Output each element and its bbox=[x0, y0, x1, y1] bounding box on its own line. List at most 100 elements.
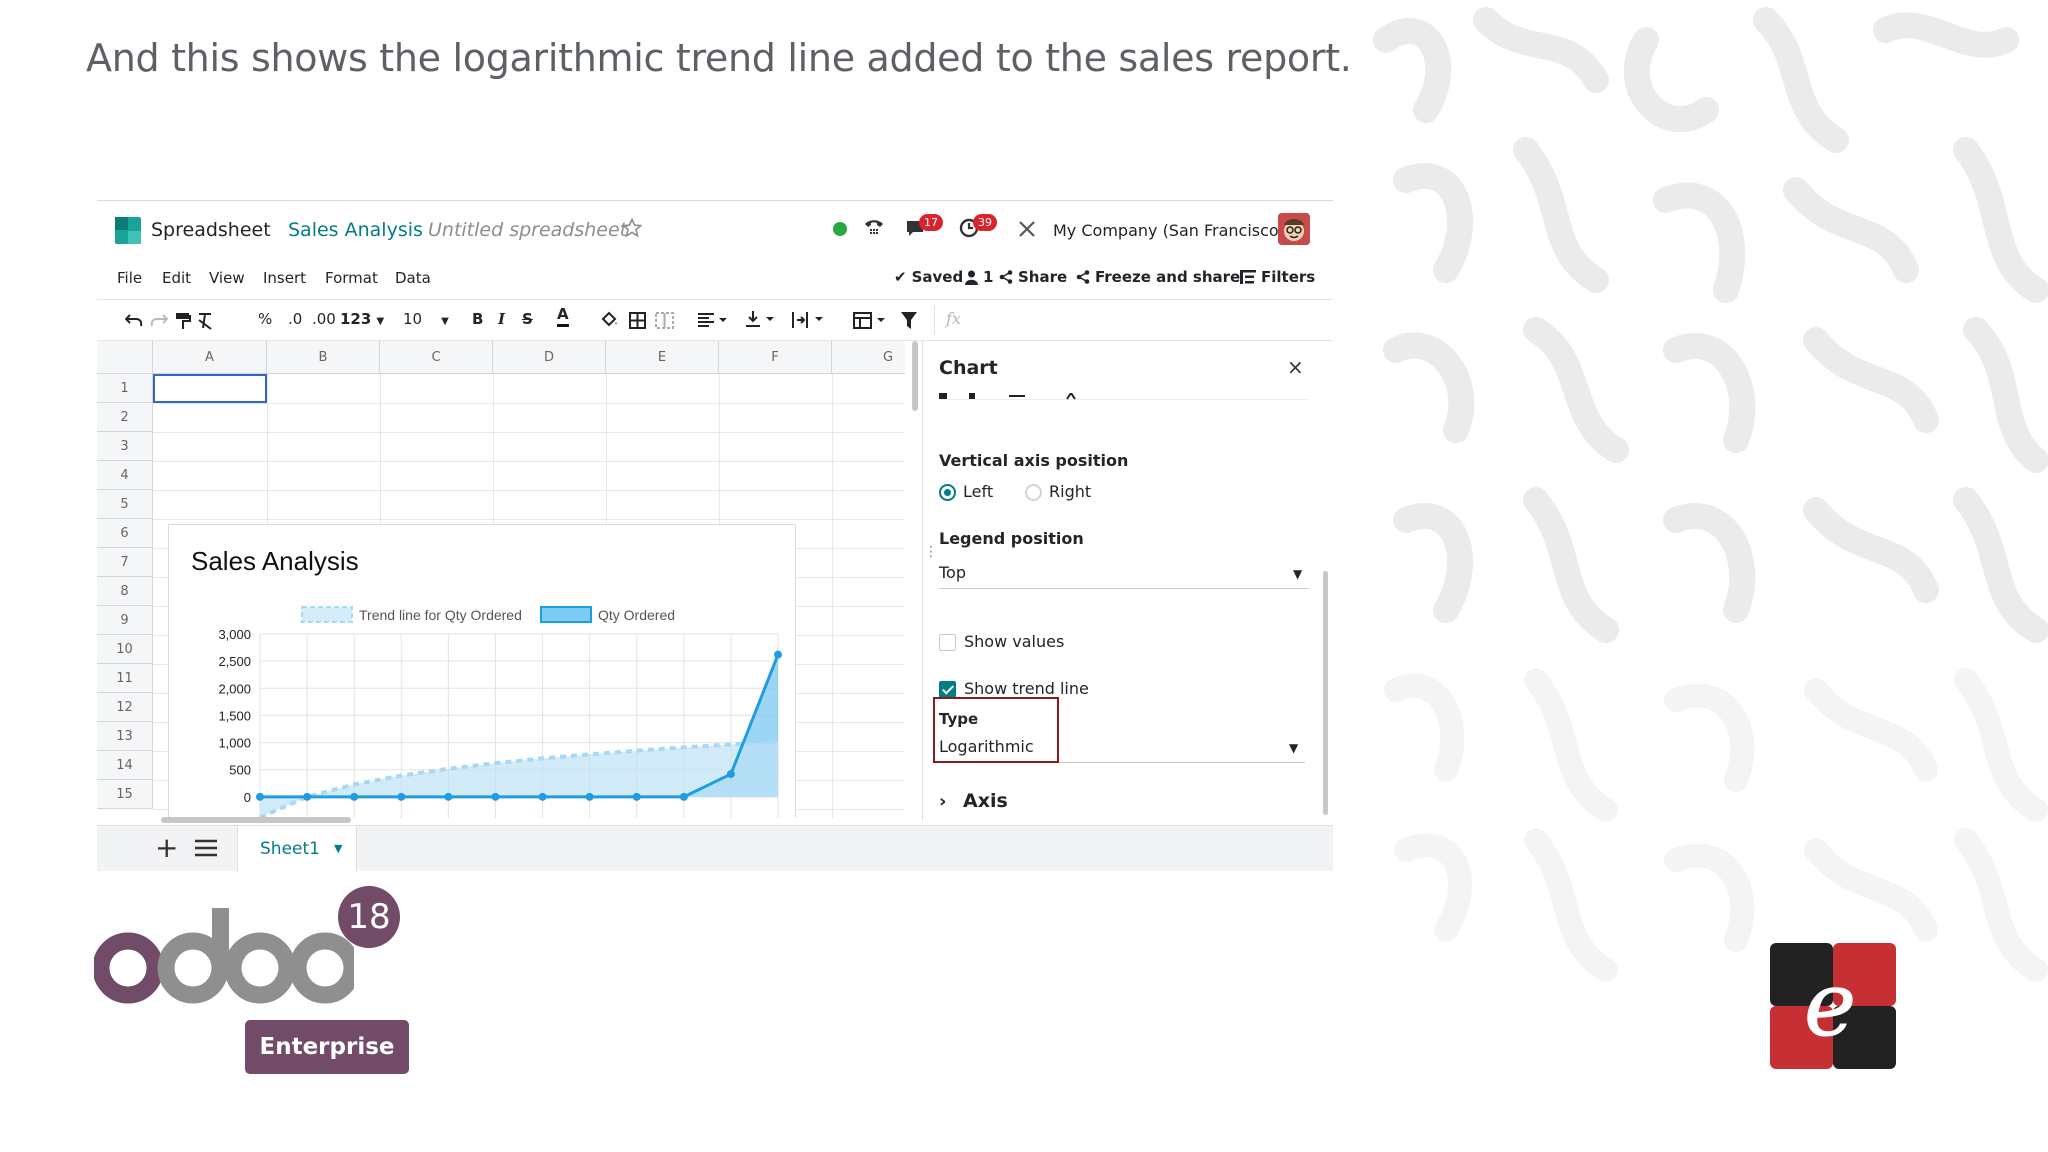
align-vertical-icon[interactable] bbox=[745, 311, 775, 329]
menu-edit[interactable]: Edit bbox=[162, 269, 191, 287]
column-header[interactable]: B bbox=[267, 341, 380, 374]
row-header[interactable]: 12 bbox=[97, 693, 153, 722]
company-switcher[interactable]: My Company (San Francisco) bbox=[1053, 221, 1285, 240]
show-trend-line-label[interactable]: Show trend line bbox=[964, 679, 1089, 698]
sheet-tab-label[interactable]: Sheet1 bbox=[260, 839, 320, 859]
grid-horizontal-scrollbar[interactable] bbox=[161, 817, 351, 823]
show-values-label[interactable]: Show values bbox=[964, 632, 1064, 651]
bold-button[interactable]: B bbox=[472, 310, 483, 328]
corner-header[interactable] bbox=[97, 341, 153, 374]
menu-insert[interactable]: Insert bbox=[263, 269, 306, 287]
chart-side-panel: Chart × Vertical axis position Left Righ… bbox=[922, 341, 1333, 821]
selected-cell-a1[interactable] bbox=[153, 374, 267, 403]
row-header[interactable]: 11 bbox=[97, 664, 153, 693]
row-header[interactable]: 15 bbox=[97, 780, 153, 809]
row-header[interactable]: 4 bbox=[97, 461, 153, 490]
text-color-button[interactable]: A bbox=[557, 305, 569, 327]
filter-icon[interactable] bbox=[901, 312, 917, 329]
fill-color-icon[interactable] bbox=[599, 311, 619, 331]
vertical-axis-right-radio[interactable] bbox=[1025, 484, 1042, 501]
breadcrumb-report[interactable]: Sales Analysis bbox=[288, 219, 423, 241]
panel-scrollbar[interactable] bbox=[1323, 571, 1328, 815]
row-header[interactable]: 3 bbox=[97, 432, 153, 461]
y-tick-label: 500 bbox=[229, 763, 251, 778]
user-avatar[interactable] bbox=[1278, 213, 1310, 245]
vertical-axis-left-radio[interactable] bbox=[939, 484, 956, 501]
spreadsheet-app-window: Spreadsheet Sales Analysis Untitled spre… bbox=[97, 200, 1333, 872]
merge-cells-icon[interactable] bbox=[655, 312, 674, 329]
paint-format-icon[interactable] bbox=[175, 312, 191, 330]
filters-button[interactable]: Filters bbox=[1240, 268, 1315, 286]
menu-file[interactable]: File bbox=[117, 269, 142, 287]
menu-format[interactable]: Format bbox=[325, 269, 378, 287]
row-header[interactable]: 14 bbox=[97, 751, 153, 780]
sheet-tab[interactable]: Sheet1 ▼ bbox=[237, 826, 357, 872]
menu-view[interactable]: View bbox=[209, 269, 245, 287]
vertical-axis-left-label[interactable]: Left bbox=[963, 482, 993, 501]
undo-icon[interactable] bbox=[125, 313, 143, 327]
top-navbar: Spreadsheet Sales Analysis Untitled spre… bbox=[97, 201, 1333, 259]
caret-down-icon: ▼ bbox=[376, 316, 385, 327]
legend-label-qty: Qty Ordered bbox=[598, 607, 675, 623]
row-header[interactable]: 2 bbox=[97, 403, 153, 432]
column-header[interactable]: F bbox=[719, 341, 832, 374]
qty-data-point bbox=[303, 792, 312, 801]
share-button[interactable]: Share bbox=[999, 268, 1067, 286]
row-header[interactable]: 6 bbox=[97, 519, 153, 548]
column-header[interactable]: E bbox=[606, 341, 719, 374]
increase-decimal-button[interactable]: .00 bbox=[312, 310, 336, 328]
row-header[interactable]: 7 bbox=[97, 548, 153, 577]
axis-section-toggle[interactable]: Axis bbox=[963, 790, 1008, 812]
redo-icon[interactable] bbox=[150, 313, 168, 327]
spreadsheet-app-icon[interactable] bbox=[115, 217, 141, 244]
formatting-toolbar: % .0 .00 123 ▼ 10 ▼ B I S A fx bbox=[97, 299, 1333, 341]
caret-down-icon[interactable]: ▼ bbox=[334, 842, 342, 855]
insert-chart-dropdown-icon[interactable] bbox=[853, 312, 887, 329]
show-trend-line-checkbox[interactable] bbox=[939, 681, 956, 698]
borders-icon[interactable] bbox=[629, 312, 646, 329]
formula-bar[interactable]: fx bbox=[946, 309, 961, 328]
column-header[interactable]: C bbox=[380, 341, 493, 374]
chart-figure[interactable]: Sales Analysis Trend line for Qty Ordered… bbox=[168, 524, 796, 818]
show-values-checkbox[interactable] bbox=[939, 634, 956, 651]
toolbar-separator bbox=[934, 306, 935, 334]
spreadsheet-grid[interactable]: A B C D E F G 1 2 3 4 5 6 7 8 9 10 11 12… bbox=[97, 341, 905, 818]
row-header[interactable]: 13 bbox=[97, 722, 153, 751]
number-format-dropdown[interactable]: 123 ▼ bbox=[340, 310, 384, 328]
menu-data[interactable]: Data bbox=[395, 269, 431, 287]
column-header[interactable]: D bbox=[493, 341, 606, 374]
row-header[interactable]: 5 bbox=[97, 490, 153, 519]
chevron-right-icon[interactable]: › bbox=[939, 791, 946, 812]
decrease-decimal-button[interactable]: .0 bbox=[288, 310, 302, 328]
panel-resize-handle-icon[interactable]: ⋮ bbox=[924, 544, 938, 560]
freeze-and-share-button[interactable]: Freeze and share bbox=[1076, 268, 1240, 286]
user-icon bbox=[965, 270, 978, 285]
font-size-dropdown[interactable]: 10 ▼ bbox=[403, 310, 449, 328]
sheet-tab-bar: + Sheet1 ▼ bbox=[97, 825, 1333, 872]
vertical-axis-right-label[interactable]: Right bbox=[1049, 482, 1091, 501]
column-header[interactable]: A bbox=[153, 341, 267, 374]
italic-button[interactable]: I bbox=[498, 310, 505, 328]
legend-position-select[interactable]: Top bbox=[939, 563, 966, 582]
grid-vertical-scrollbar[interactable] bbox=[912, 341, 918, 411]
strikethrough-button[interactable]: S bbox=[522, 310, 533, 328]
debug-tools-icon[interactable] bbox=[1017, 219, 1037, 239]
add-sheet-icon[interactable]: + bbox=[155, 834, 178, 862]
star-icon[interactable] bbox=[622, 218, 642, 238]
text-wrapping-icon[interactable] bbox=[791, 311, 825, 329]
row-header[interactable]: 10 bbox=[97, 635, 153, 664]
connected-users[interactable]: 1 bbox=[965, 268, 993, 286]
row-header[interactable]: 9 bbox=[97, 606, 153, 635]
row-header[interactable]: 8 bbox=[97, 577, 153, 606]
row-header[interactable]: 1 bbox=[97, 374, 153, 403]
app-name[interactable]: Spreadsheet bbox=[151, 219, 271, 241]
activity-count-badge: 39 bbox=[973, 214, 997, 231]
align-horizontal-icon[interactable] bbox=[698, 313, 728, 327]
document-name[interactable]: Untitled spreadsheet bbox=[428, 219, 627, 241]
sheet-list-menu-icon[interactable] bbox=[195, 839, 217, 857]
clear-format-icon[interactable] bbox=[197, 312, 213, 330]
close-icon[interactable]: × bbox=[1287, 355, 1304, 379]
column-header[interactable]: G bbox=[832, 341, 905, 374]
percent-format-button[interactable]: % bbox=[258, 310, 272, 328]
phone-icon[interactable] bbox=[863, 217, 885, 239]
